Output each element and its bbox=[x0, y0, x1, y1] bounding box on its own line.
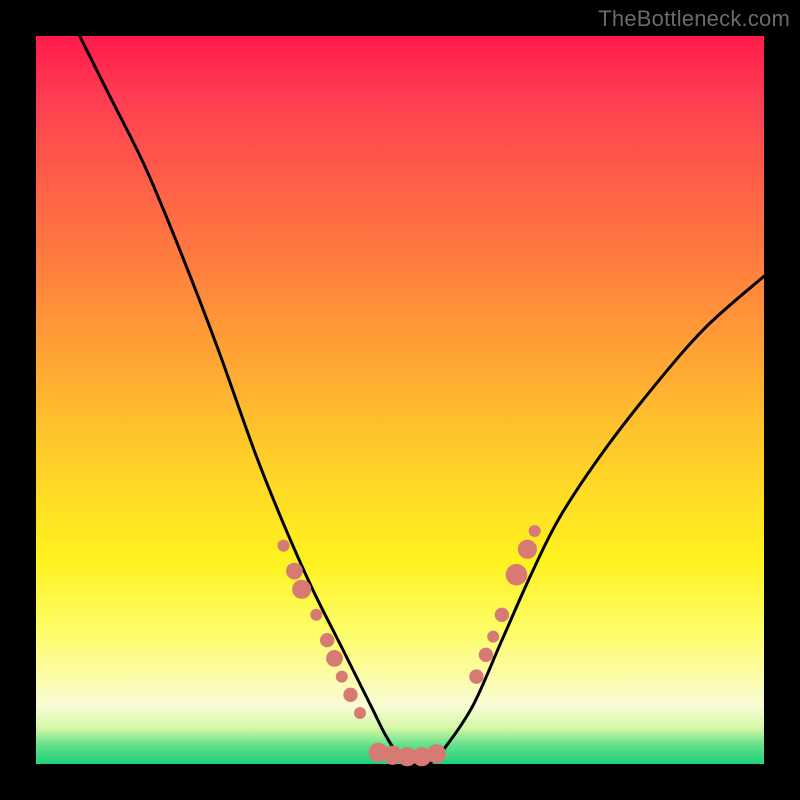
data-marker bbox=[487, 631, 499, 643]
data-marker bbox=[495, 608, 509, 622]
outer-frame: TheBottleneck.com bbox=[0, 0, 800, 800]
watermark-text: TheBottleneck.com bbox=[598, 6, 790, 32]
data-marker bbox=[278, 540, 290, 552]
data-marker bbox=[336, 671, 348, 683]
chart-svg bbox=[36, 36, 764, 764]
data-marker bbox=[343, 688, 357, 702]
bottleneck-curve bbox=[80, 36, 764, 765]
data-marker bbox=[529, 525, 541, 537]
plot-area bbox=[36, 36, 764, 764]
data-marker bbox=[479, 648, 493, 662]
data-marker bbox=[506, 564, 528, 586]
data-marker bbox=[354, 707, 366, 719]
data-marker bbox=[518, 540, 537, 559]
data-marker bbox=[427, 744, 446, 763]
marker-layer bbox=[278, 525, 541, 766]
data-marker bbox=[469, 669, 483, 683]
data-marker bbox=[310, 609, 322, 621]
data-marker bbox=[292, 580, 311, 599]
data-marker bbox=[320, 633, 334, 647]
data-marker bbox=[326, 650, 343, 667]
data-marker bbox=[286, 563, 303, 580]
